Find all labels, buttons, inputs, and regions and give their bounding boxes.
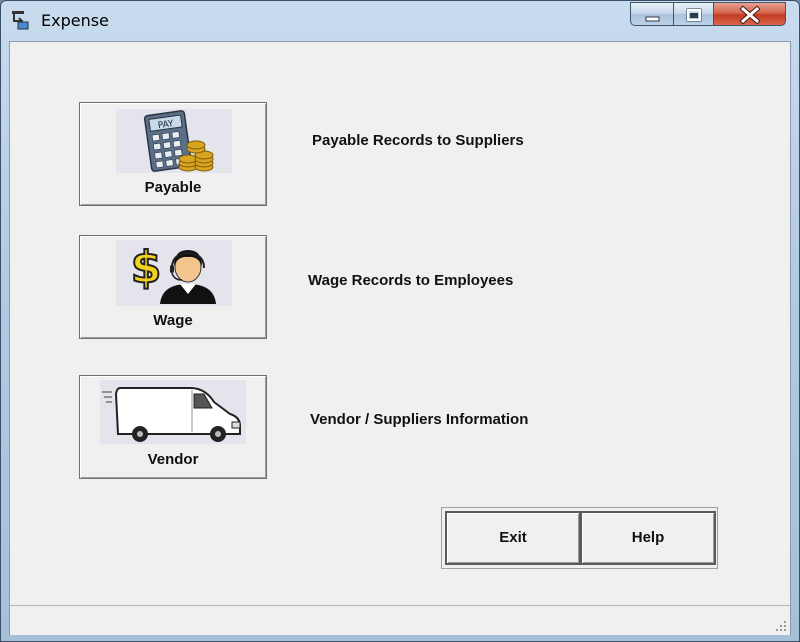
maximize-icon bbox=[686, 8, 702, 22]
wage-button[interactable]: $ Wage bbox=[79, 235, 267, 339]
help-button[interactable]: Help bbox=[580, 511, 716, 565]
window-title: Expense bbox=[41, 11, 109, 30]
payable-button[interactable]: PAY Payable bbox=[79, 102, 267, 206]
payable-calculator-coins-icon: PAY bbox=[116, 109, 232, 173]
client-area: PAY Payable Payable Records to Suppliers bbox=[9, 41, 791, 635]
minimize-button[interactable] bbox=[630, 2, 674, 26]
payable-label: Payable bbox=[144, 179, 202, 196]
resize-grip-icon[interactable] bbox=[772, 617, 788, 633]
expense-window: Expense PAY Payable Payable Records to S… bbox=[0, 0, 800, 642]
wage-label: Wage bbox=[153, 312, 193, 329]
delivery-van-icon bbox=[100, 380, 246, 444]
svg-text:$: $ bbox=[131, 242, 162, 293]
close-icon bbox=[739, 5, 761, 25]
vendor-button[interactable]: Vendor bbox=[79, 375, 267, 479]
minimize-icon bbox=[645, 16, 660, 22]
wage-description: Wage Records to Employees bbox=[308, 272, 514, 289]
title-bar[interactable]: Expense bbox=[1, 1, 799, 39]
maximize-button[interactable] bbox=[674, 2, 714, 26]
app-icon bbox=[12, 11, 29, 30]
status-bar bbox=[10, 605, 790, 635]
dollar-employee-icon: $ bbox=[116, 240, 232, 306]
action-button-group: Exit Help bbox=[441, 507, 718, 569]
close-button[interactable] bbox=[714, 2, 786, 26]
vendor-description: Vendor / Suppliers Information bbox=[310, 411, 529, 428]
vendor-label: Vendor bbox=[147, 451, 199, 468]
payable-description: Payable Records to Suppliers bbox=[312, 132, 524, 149]
exit-button[interactable]: Exit bbox=[445, 511, 581, 565]
